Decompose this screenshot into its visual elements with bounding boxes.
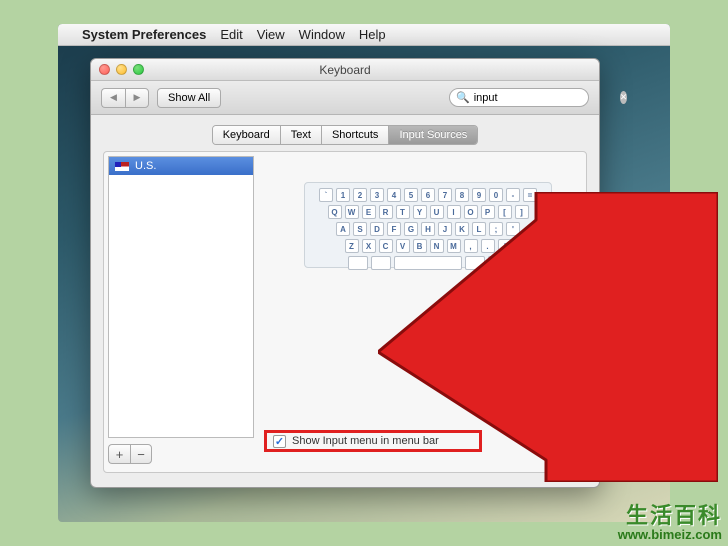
tab-shortcuts[interactable]: Shortcuts	[322, 126, 389, 144]
key: R	[379, 205, 393, 219]
search-field[interactable]: 🔍 ✕	[449, 88, 589, 107]
key: L	[472, 222, 486, 236]
key	[371, 256, 391, 270]
key: ]	[515, 205, 529, 219]
key: /	[498, 239, 512, 253]
key	[488, 256, 508, 270]
minimize-icon[interactable]	[116, 64, 127, 75]
key: V	[396, 239, 410, 253]
key: ;	[489, 222, 503, 236]
keyboard-preview: `1234567890-= QWERTYUIOP[] ASDFGHJKL;' ZXCV…	[304, 182, 552, 268]
key: 7	[438, 188, 452, 202]
key: S	[353, 222, 367, 236]
key: 1	[336, 188, 350, 202]
traffic-lights	[91, 64, 144, 75]
zoom-icon[interactable]	[133, 64, 144, 75]
key: N	[430, 239, 444, 253]
input-source-list[interactable]: U.S.	[108, 156, 254, 438]
key: Y	[413, 205, 427, 219]
key: C	[379, 239, 393, 253]
key: 3	[370, 188, 384, 202]
key: B	[413, 239, 427, 253]
menubar: System Preferences Edit View Window Help	[58, 24, 670, 46]
search-icon: 🔍	[456, 91, 470, 104]
key: T	[396, 205, 410, 219]
key: K	[455, 222, 469, 236]
menu-help[interactable]: Help	[359, 27, 386, 42]
tab-bar: Keyboard Text Shortcuts Input Sources	[91, 125, 599, 145]
key: D	[370, 222, 384, 236]
key: =	[523, 188, 537, 202]
back-button[interactable]: ◀	[101, 88, 125, 108]
key: 9	[472, 188, 486, 202]
key: H	[421, 222, 435, 236]
forward-button[interactable]: ▶	[125, 88, 149, 108]
key: O	[464, 205, 478, 219]
key: U	[430, 205, 444, 219]
menu-view[interactable]: View	[257, 27, 285, 42]
key: 0	[489, 188, 503, 202]
key: 2	[353, 188, 367, 202]
show-input-menu-checkbox-row[interactable]: ✓ Show Input menu in menu bar	[264, 430, 482, 452]
source-label: U.S.	[135, 160, 156, 172]
key: '	[506, 222, 520, 236]
key: 6	[421, 188, 435, 202]
key	[465, 256, 485, 270]
list-item[interactable]: U.S.	[109, 157, 253, 175]
app-menu[interactable]: System Preferences	[82, 27, 206, 42]
key: I	[447, 205, 461, 219]
key: G	[404, 222, 418, 236]
watermark: 生活百科 www.bimeiz.com	[618, 504, 722, 542]
tab-input-sources[interactable]: Input Sources	[389, 126, 477, 144]
titlebar: Keyboard	[91, 59, 599, 81]
watermark-text: 生活百科	[618, 504, 722, 528]
key	[348, 256, 368, 270]
preferences-window: Keyboard ◀ ▶ Show All 🔍 ✕ Keyboard Text …	[90, 58, 600, 488]
nav-buttons: ◀ ▶	[101, 88, 149, 108]
checkbox-label: Show Input menu in menu bar	[292, 435, 439, 447]
toolbar: ◀ ▶ Show All 🔍 ✕	[91, 81, 599, 115]
checkbox-icon[interactable]: ✓	[273, 435, 286, 448]
key	[394, 256, 462, 270]
key: -	[506, 188, 520, 202]
help-button[interactable]: ?	[552, 440, 572, 460]
menu-window[interactable]: Window	[299, 27, 345, 42]
key: 8	[455, 188, 469, 202]
key: J	[438, 222, 452, 236]
search-input[interactable]	[474, 92, 616, 104]
key: 5	[404, 188, 418, 202]
desktop-background: System Preferences Edit View Window Help…	[58, 24, 670, 522]
key: 4	[387, 188, 401, 202]
key: E	[362, 205, 376, 219]
key: F	[387, 222, 401, 236]
menu-edit[interactable]: Edit	[220, 27, 242, 42]
key: ,	[464, 239, 478, 253]
key: Z	[345, 239, 359, 253]
key: X	[362, 239, 376, 253]
content-pane: U.S. + − `1234567890-= QWERTYUIOP[] ASDFGH…	[103, 151, 587, 473]
key: .	[481, 239, 495, 253]
add-source-button[interactable]: +	[108, 444, 130, 464]
watermark-url: www.bimeiz.com	[618, 528, 722, 542]
add-remove-buttons: + −	[108, 444, 152, 464]
key: M	[447, 239, 461, 253]
key: [	[498, 205, 512, 219]
tab-keyboard[interactable]: Keyboard	[213, 126, 281, 144]
clear-search-icon[interactable]: ✕	[620, 91, 628, 104]
close-icon[interactable]	[99, 64, 110, 75]
key: P	[481, 205, 495, 219]
tab-text[interactable]: Text	[281, 126, 322, 144]
key: `	[319, 188, 333, 202]
remove-source-button[interactable]: −	[130, 444, 152, 464]
key: W	[345, 205, 359, 219]
window-title: Keyboard	[91, 63, 599, 77]
key: A	[336, 222, 350, 236]
show-all-button[interactable]: Show All	[157, 88, 221, 108]
us-flag-icon	[115, 162, 129, 171]
key: Q	[328, 205, 342, 219]
